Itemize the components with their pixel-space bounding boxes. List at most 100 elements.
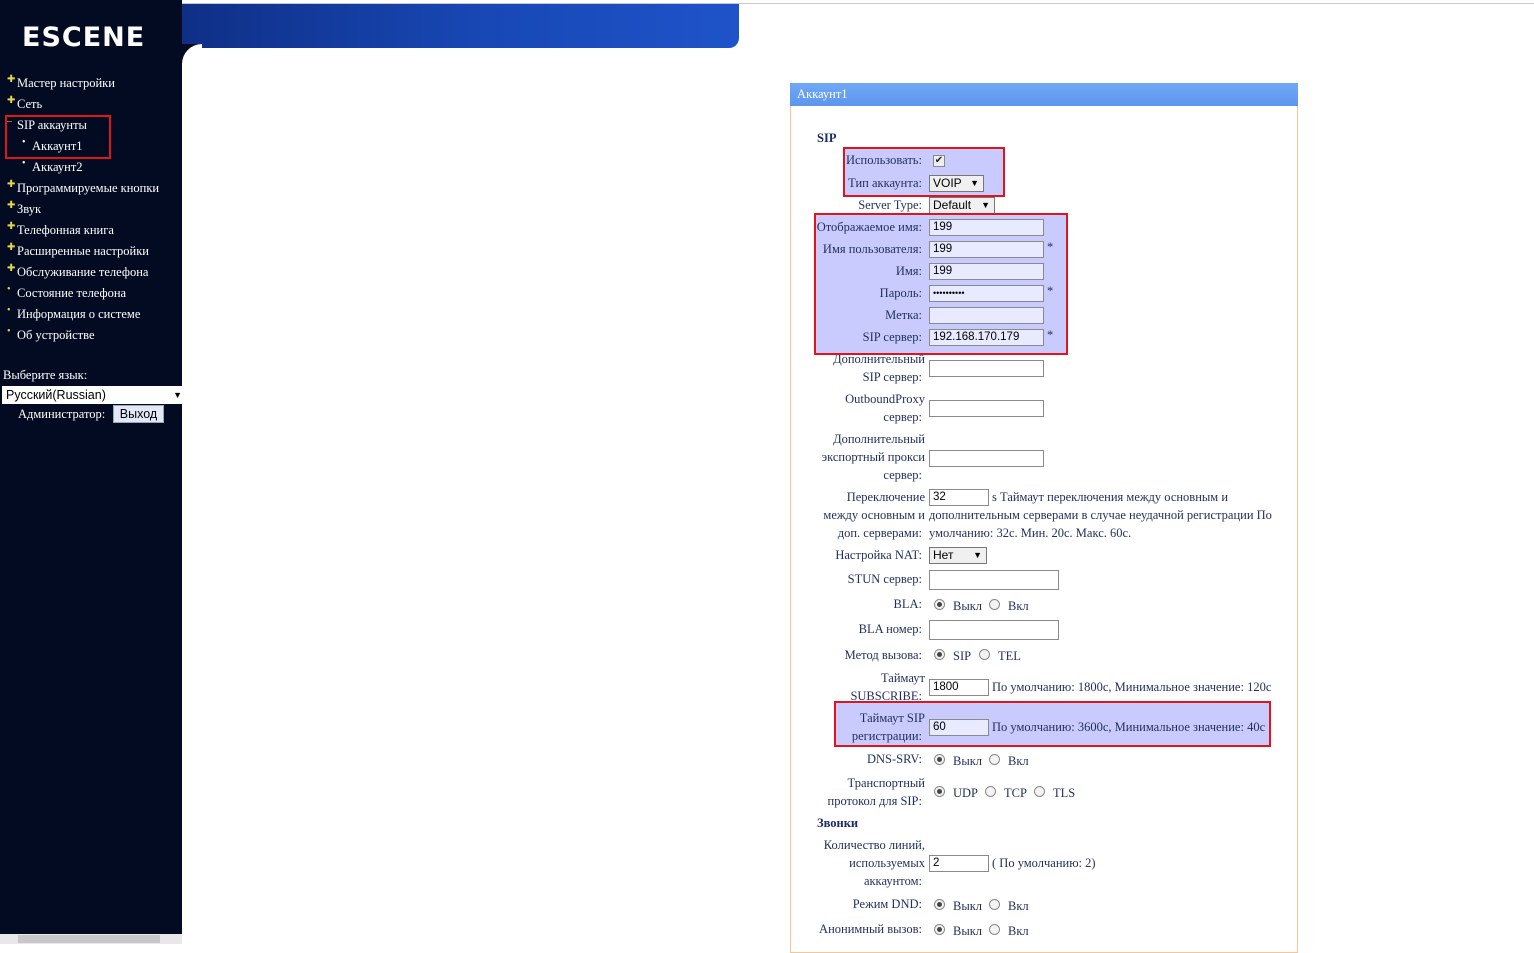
- call-method-label: Метод вызова:: [844, 648, 922, 662]
- transport-udp-label: UDP: [953, 786, 979, 800]
- switch-hint-1: s Таймаут переключения между основным и: [992, 490, 1229, 504]
- dnd-on-radio[interactable]: [989, 899, 1000, 910]
- sidebar-item-label: Состояние телефона: [17, 286, 127, 300]
- sidebar-item-advanced[interactable]: ✚ Расширенные настройки: [7, 241, 149, 261]
- panel-title: Аккаунт1: [790, 83, 1298, 106]
- switch-label-3: доп. серверами:: [837, 526, 922, 540]
- anonymous-on-label: Вкл: [1008, 924, 1029, 938]
- lines-label-3: аккаунтом:: [863, 874, 922, 888]
- backup-sip-server-input[interactable]: [929, 360, 1044, 377]
- bla-off-radio[interactable]: [934, 599, 945, 610]
- sidebar-item-label: Информация о системе: [17, 307, 141, 321]
- dns-srv-on-label: Вкл: [1008, 754, 1029, 768]
- bla-number-input[interactable]: [929, 620, 1059, 640]
- sidebar-item-label: Обслуживание телефона: [17, 265, 149, 279]
- sidebar-item-about[interactable]: • Об устройстве: [7, 325, 95, 345]
- lines-label: Количество линий,: [823, 838, 925, 852]
- lines-label-2: используемых: [849, 856, 925, 870]
- switch-label: Переключение: [846, 490, 925, 504]
- transport-tls-radio[interactable]: [1034, 786, 1045, 797]
- dns-srv-off-radio[interactable]: [934, 754, 945, 765]
- chevron-down-icon: ▼: [173, 390, 182, 400]
- dot-icon: •: [7, 326, 11, 337]
- server-type-label: Server Type:: [858, 198, 922, 212]
- call-method-sip-radio[interactable]: [934, 649, 945, 660]
- lines-input[interactable]: 2: [929, 855, 989, 872]
- bla-on-radio[interactable]: [989, 599, 1000, 610]
- backup-outbound-input[interactable]: [929, 450, 1044, 467]
- dnd-label: Режим DND:: [852, 897, 922, 911]
- bla-number-label: BLA номер:: [858, 622, 922, 636]
- sidebar-item-account2[interactable]: • Аккаунт2: [22, 157, 83, 177]
- plus-icon: ✚: [7, 221, 16, 232]
- bla-on-label: Вкл: [1008, 599, 1029, 613]
- sidebar-item-system-info[interactable]: • Информация о системе: [7, 304, 140, 324]
- logo-area: ESCENE: [0, 0, 182, 72]
- dot-icon: •: [22, 158, 26, 169]
- sidebar-item-phonebook[interactable]: ✚ Телефонная книга: [7, 220, 114, 240]
- plus-icon: ✚: [7, 242, 16, 253]
- transport-udp-radio[interactable]: [934, 786, 945, 797]
- anonymous-off-radio[interactable]: [934, 924, 945, 935]
- subscribe-hint: По умолчанию: 1800с, Минимальное значени…: [992, 680, 1272, 694]
- banner-corner: [182, 44, 202, 64]
- sidebar-horizontal-scrollbar[interactable]: [0, 934, 182, 944]
- sidebar-item-label: Об устройстве: [17, 328, 95, 342]
- highlight-box-sip-accounts: [5, 115, 111, 159]
- sidebar-item-label: Программируемые кнопки: [17, 181, 160, 195]
- call-method-tel-label: TEL: [998, 649, 1021, 663]
- anonymous-call-label: Анонимный вызов:: [819, 922, 922, 936]
- nat-select[interactable]: Нет ▼: [929, 547, 987, 564]
- call-method-sip-label: SIP: [953, 649, 972, 663]
- dns-srv-on-radio[interactable]: [989, 754, 1000, 765]
- sidebar-item-maintenance[interactable]: ✚ Обслуживание телефона: [7, 262, 148, 282]
- sidebar-item-label: Мастер настройки: [17, 76, 115, 90]
- switch-timeout-input[interactable]: 32: [929, 489, 989, 506]
- highlight-box-credentials: [814, 213, 1068, 355]
- anonymous-off-label: Выкл: [953, 924, 983, 938]
- server-type-select[interactable]: Default ▼: [929, 197, 995, 214]
- bla-label: BLA:: [893, 597, 922, 611]
- dnd-on-label: Вкл: [1008, 899, 1029, 913]
- sidebar-item-label: Телефонная книга: [17, 223, 114, 237]
- language-select-value: Русский(Russian): [6, 388, 106, 402]
- nat-value: Нет: [933, 548, 954, 562]
- backup-outbound-label: Дополнительный: [833, 432, 925, 446]
- sidebar-item-setup-wizard[interactable]: ✚ Мастер настройки: [7, 73, 115, 93]
- anonymous-on-radio[interactable]: [989, 924, 1000, 935]
- sidebar-item-phone-status[interactable]: • Состояние телефона: [7, 283, 126, 303]
- subscribe-timeout-input[interactable]: 1800: [929, 679, 989, 696]
- switch-hint-2: дополнительным серверами в случае неудач…: [929, 508, 1272, 522]
- plus-icon: ✚: [7, 179, 16, 190]
- sidebar-item-network[interactable]: ✚ Сеть: [7, 94, 42, 114]
- transport-tcp-radio[interactable]: [985, 786, 996, 797]
- switch-hint-3: умолчанию: 32с. Мин. 20с. Макс. 60с.: [929, 526, 1132, 540]
- chevron-down-icon: ▼: [973, 550, 982, 560]
- lines-hint: ( По умолчанию: 2): [992, 856, 1096, 870]
- sidebar-item-sound[interactable]: ✚ Звук: [7, 199, 41, 219]
- sidebar: ESCENE ✚ Мастер настройки ✚ Сеть – SIP акка…: [0, 0, 182, 944]
- call-method-tel-radio[interactable]: [979, 649, 990, 660]
- transport-tls-label: TLS: [1053, 786, 1076, 800]
- outbound-proxy-input[interactable]: [929, 400, 1044, 417]
- outbound-proxy-label-2: сервер:: [883, 410, 922, 424]
- sidebar-item-label: Расширенные настройки: [17, 244, 149, 258]
- dot-icon: •: [7, 305, 11, 316]
- scrollbar-thumb[interactable]: [18, 935, 160, 943]
- highlight-box-registration: [834, 701, 1271, 747]
- subscribe-label: Таймаут: [880, 671, 925, 685]
- bla-off-label: Выкл: [953, 599, 983, 613]
- sidebar-item-programmable-keys[interactable]: ✚ Программируемые кнопки: [7, 178, 159, 198]
- plus-icon: ✚: [7, 74, 16, 85]
- logout-button[interactable]: Выход: [113, 405, 164, 423]
- dnd-off-radio[interactable]: [934, 899, 945, 910]
- stun-server-input[interactable]: [929, 570, 1059, 590]
- top-banner: [182, 4, 739, 48]
- chevron-down-icon: ▼: [981, 200, 990, 210]
- backup-outbound-label-3: сервер:: [883, 468, 922, 482]
- language-select[interactable]: Русский(Russian) ▼: [2, 386, 182, 404]
- highlight-box-account-type: [843, 147, 1005, 197]
- nat-label: Настройка NAT:: [835, 548, 922, 562]
- sidebar-item-label: Аккаунт2: [32, 160, 83, 174]
- stun-label: STUN сервер:: [847, 572, 922, 586]
